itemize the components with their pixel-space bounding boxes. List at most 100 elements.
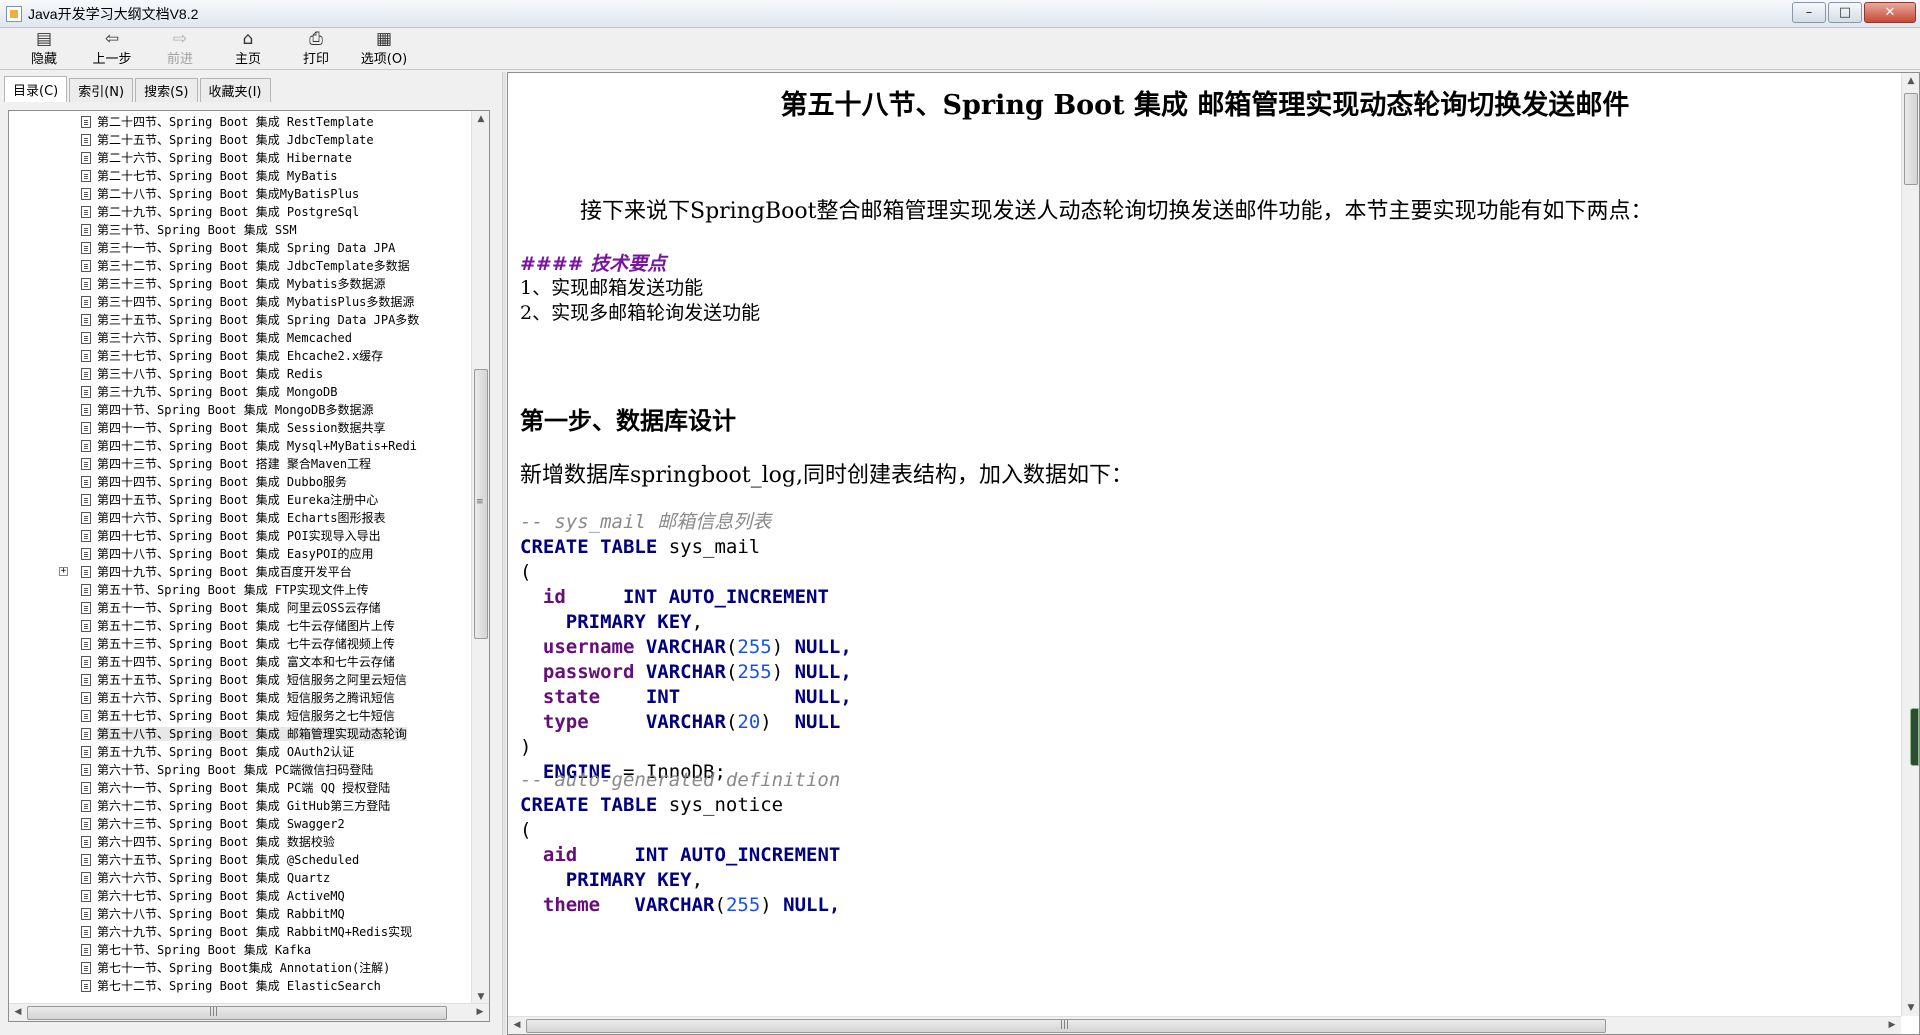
scroll-up-icon[interactable]: ▲ (472, 111, 489, 127)
tree-item-label: 第五十八节、Spring Boot 集成 邮箱管理实现动态轮询 (97, 727, 407, 741)
scroll-left-icon[interactable]: ◀ (508, 1017, 526, 1033)
tree-item[interactable]: 第七十一节、Spring Boot集成 Annotation(注解) (9, 959, 471, 977)
tree-item[interactable]: 第六十节、Spring Boot 集成 PC端微信扫码登陆 (9, 761, 471, 779)
tab-favorites[interactable]: 收藏夹(I) (199, 78, 271, 102)
tree-item[interactable]: 第三十二节、Spring Boot 集成 JdbcTemplate多数据 (9, 257, 471, 275)
tree-item[interactable]: 第三十九节、Spring Boot 集成 MongoDB (9, 383, 471, 401)
content-scroll-thumb[interactable] (1904, 93, 1918, 185)
tree-item[interactable]: 第五十六节、Spring Boot 集成 短信服务之腾讯短信 (9, 689, 471, 707)
tree-item[interactable]: 第六十六节、Spring Boot 集成 Quartz (9, 869, 471, 887)
tree-item[interactable]: 第三十七节、Spring Boot 集成 Ehcache2.x缓存 (9, 347, 471, 365)
tree-item[interactable]: 第三十三节、Spring Boot 集成 Mybatis多数据源 (9, 275, 471, 293)
tree-item[interactable]: 第三十五节、Spring Boot 集成 Spring Data JPA多数 (9, 311, 471, 329)
toolbar: ▤ 隐藏 ⇦ 上一步 ⇨ 前进 ⌂ 主页 ⎙ 打印 ▦ 选项(O) (0, 28, 1920, 70)
content-horizontal-scrollbar[interactable]: ◀ ||| ▶ (508, 1016, 1901, 1034)
tree-item[interactable]: 第五十二节、Spring Boot 集成 七牛云存储图片上传 (9, 617, 471, 635)
tree-item[interactable]: 第三十八节、Spring Boot 集成 Redis (9, 365, 471, 383)
pane-splitter[interactable] (502, 72, 506, 1035)
tree-item[interactable]: 第六十九节、Spring Boot 集成 RabbitMQ+Redis实现 (9, 923, 471, 941)
tree-item[interactable]: 第五十节、Spring Boot 集成 FTP实现文件上传 (9, 581, 471, 599)
maximize-button[interactable]: □ (1828, 2, 1862, 23)
print-button[interactable]: ⎙ 打印 (282, 28, 350, 68)
document-icon (81, 728, 91, 740)
code-type: PRIMARY KEY (565, 869, 692, 891)
scroll-right-icon[interactable]: ▶ (471, 1004, 489, 1020)
tree-item[interactable]: 第二十八节、Spring Boot 集成MyBatisPlus (9, 185, 471, 203)
back-icon: ⇦ (104, 28, 120, 49)
options-button[interactable]: ▦ 选项(O) (350, 28, 418, 68)
tree-item[interactable]: + 第四十九节、Spring Boot 集成百度开发平台 (9, 563, 471, 581)
content-vertical-scrollbar[interactable]: ▲ ▼ (1901, 73, 1919, 1016)
step-heading: 第一步、数据库设计 (520, 406, 736, 435)
code-number: 255 (737, 661, 772, 683)
tree-item[interactable]: 第三十六节、Spring Boot 集成 Memcached (9, 329, 471, 347)
code-type: PRIMARY KEY (565, 611, 692, 633)
scroll-up-icon[interactable]: ▲ (1902, 73, 1919, 89)
code-tail: NULL, (794, 636, 852, 658)
code-block-sys-notice: -- auto-generated definition CREATE TABL… (520, 769, 841, 916)
close-button[interactable]: ✕ (1864, 2, 1916, 23)
forward-button[interactable]: ⇨ 前进 (146, 28, 214, 68)
tree-item-label: 第七十一节、Spring Boot集成 Annotation(注解) (97, 961, 391, 975)
minimize-button[interactable]: – (1792, 2, 1826, 23)
tree-vertical-scrollbar[interactable]: ▲ ≡ ▼ (471, 111, 489, 1005)
tree-horizontal-scrollbar[interactable]: ◀ ||| ▶ (9, 1003, 489, 1021)
tree-item[interactable]: 第二十七节、Spring Boot 集成 MyBatis (9, 167, 471, 185)
tree-item[interactable]: 第四十五节、Spring Boot 集成 Eureka注册中心 (9, 491, 471, 509)
tree-item[interactable]: 第六十七节、Spring Boot 集成 ActiveMQ (9, 887, 471, 905)
tree-item-label: 第三十三节、Spring Boot 集成 Mybatis多数据源 (97, 277, 386, 291)
tab-index[interactable]: 索引(N) (69, 78, 134, 102)
tree-item[interactable]: 第六十三节、Spring Boot 集成 Swagger2 (9, 815, 471, 833)
tree-item[interactable]: 第三十一节、Spring Boot 集成 Spring Data JPA (9, 239, 471, 257)
tree-item[interactable]: 第四十六节、Spring Boot 集成 Echarts图形报表 (9, 509, 471, 527)
tree-item[interactable]: 第六十二节、Spring Boot 集成 GitHub第三方登陆 (9, 797, 471, 815)
tree-item[interactable]: 第四十四节、Spring Boot 集成 Dubbo服务 (9, 473, 471, 491)
tree-item[interactable]: 第二十六节、Spring Boot 集成 Hibernate (9, 149, 471, 167)
tree-item[interactable]: 第三十四节、Spring Boot 集成 MybatisPlus多数据源 (9, 293, 471, 311)
tree-item[interactable]: 第四十三节、Spring Boot 搭建 聚合Maven工程 (9, 455, 471, 473)
tree-item[interactable]: 第五十三节、Spring Boot 集成 七牛云存储视频上传 (9, 635, 471, 653)
tree-item[interactable]: 第四十一节、Spring Boot 集成 Session数据共享 (9, 419, 471, 437)
tree-item[interactable]: 第五十九节、Spring Boot 集成 OAuth2认证 (9, 743, 471, 761)
tree-item[interactable]: 第七十节、Spring Boot 集成 Kafka (9, 941, 471, 959)
tree-item[interactable]: 第五十七节、Spring Boot 集成 短信服务之七牛短信 (9, 707, 471, 725)
tree-hscroll-thumb[interactable] (27, 1006, 447, 1020)
tree-item[interactable]: 第六十八节、Spring Boot 集成 RabbitMQ (9, 905, 471, 923)
tree-item[interactable]: 第六十一节、Spring Boot 集成 PC端 QQ 授权登陆 (9, 779, 471, 797)
tree-item[interactable]: 第五十八节、Spring Boot 集成 邮箱管理实现动态轮询 (9, 725, 471, 743)
expand-icon[interactable]: + (59, 567, 68, 576)
tab-contents[interactable]: 目录(C) (4, 76, 68, 102)
scroll-left-icon[interactable]: ◀ (9, 1004, 27, 1020)
home-button[interactable]: ⌂ 主页 (214, 28, 282, 68)
tree-item[interactable]: 第四十二节、Spring Boot 集成 Mysql+MyBatis+Redi (9, 437, 471, 455)
tree-item[interactable]: 第四十节、Spring Boot 集成 MongoDB多数据源 (9, 401, 471, 419)
tree-item[interactable]: 第二十四节、Spring Boot 集成 RestTemplate (9, 113, 471, 131)
tab-search[interactable]: 搜索(S) (135, 78, 198, 102)
document-icon (81, 836, 91, 848)
code-field: state (542, 686, 601, 708)
hide-button[interactable]: ▤ 隐藏 (10, 28, 78, 68)
code-type: VARCHAR (645, 661, 726, 683)
tree-item[interactable]: 第四十八节、Spring Boot 集成 EasyPOI的应用 (9, 545, 471, 563)
scroll-right-icon[interactable]: ▶ (1883, 1017, 1901, 1033)
tree-item[interactable]: 第二十五节、Spring Boot 集成 JdbcTemplate (9, 131, 471, 149)
tree-item[interactable]: 第四十七节、Spring Boot 集成 POI实现导入导出 (9, 527, 471, 545)
tree-item[interactable]: 第二十九节、Spring Boot 集成 PostgreSql (9, 203, 471, 221)
content-pane: 第五十八节、Spring Boot 集成 邮箱管理实现动态轮询切换发送邮件 接下… (507, 72, 1920, 1035)
tree-item[interactable]: 第五十四节、Spring Boot 集成 富文本和七牛云存储 (9, 653, 471, 671)
tree-item[interactable]: 第五十五节、Spring Boot 集成 短信服务之阿里云短信 (9, 671, 471, 689)
back-button[interactable]: ⇦ 上一步 (78, 28, 146, 68)
code-comment: -- auto-generated definition (520, 769, 841, 791)
tree-item[interactable]: 第三十节、Spring Boot 集成 SSM (9, 221, 471, 239)
document-icon (81, 782, 91, 794)
document-body: 第五十八节、Spring Boot 集成 邮箱管理实现动态轮询切换发送邮件 接下… (520, 73, 1890, 1013)
tree-item[interactable]: 第六十五节、Spring Boot 集成 @Scheduled (9, 851, 471, 869)
document-icon (81, 872, 91, 884)
tree-item[interactable]: 第七十二节、Spring Boot 集成 ElasticSearch (9, 977, 471, 995)
tree-item[interactable]: 第六十四节、Spring Boot 集成 数据校验 (9, 833, 471, 851)
scroll-down-icon[interactable]: ▼ (1902, 1000, 1919, 1016)
tree-item-label: 第六十节、Spring Boot 集成 PC端微信扫码登陆 (97, 763, 374, 777)
side-widget-tab[interactable] (1910, 708, 1919, 766)
tree-item-label: 第六十五节、Spring Boot 集成 @Scheduled (97, 853, 360, 867)
tree-item[interactable]: 第五十一节、Spring Boot 集成 阿里云OSS云存储 (9, 599, 471, 617)
